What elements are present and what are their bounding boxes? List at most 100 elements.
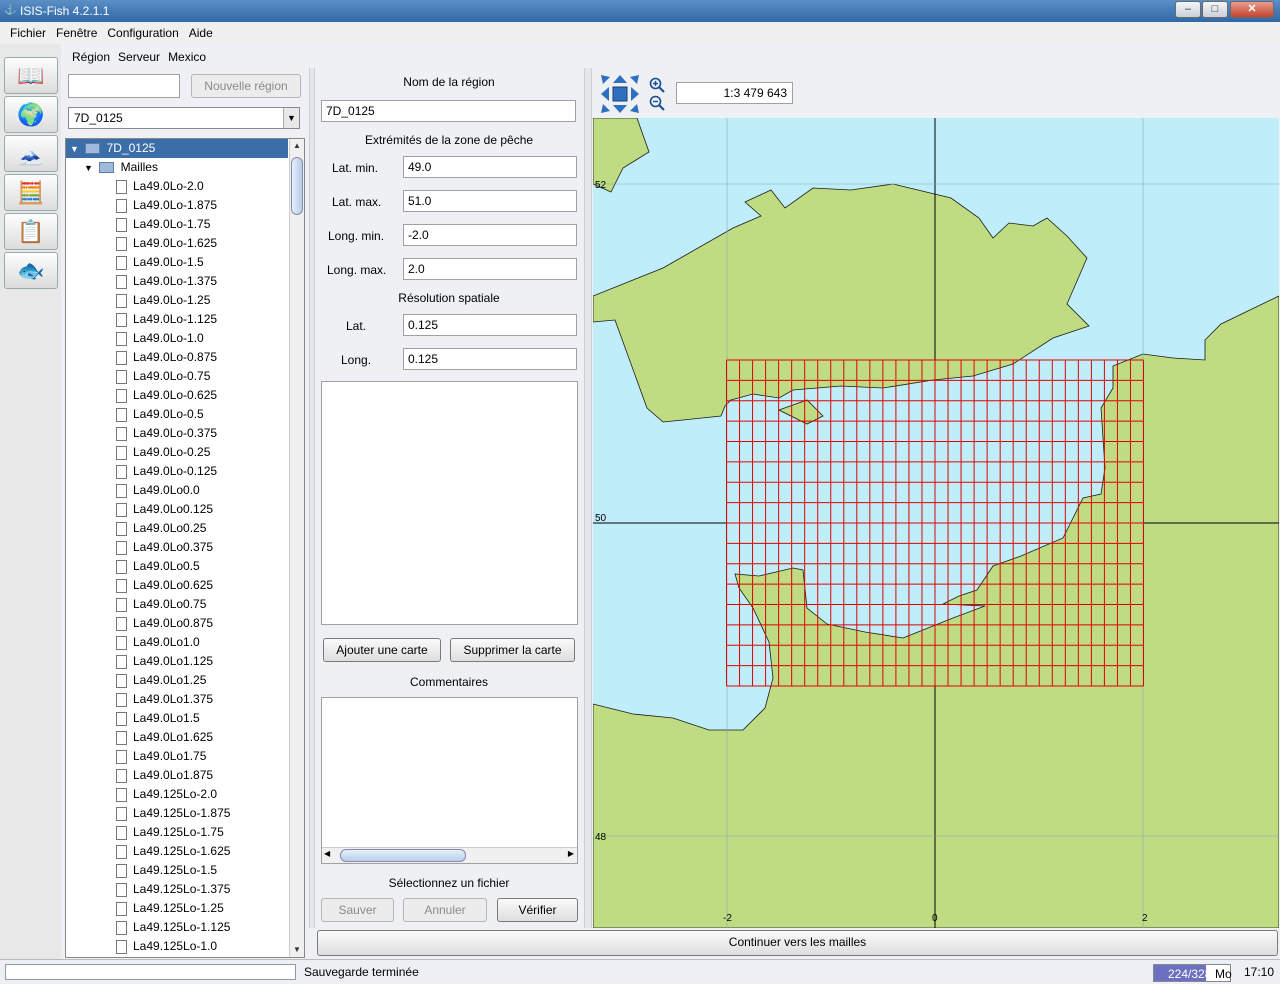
comments-hscrollbar[interactable]: ◀ ▶ — [322, 847, 577, 863]
tree-cell-row[interactable]: La49.0Lo-1.125 — [116, 310, 217, 329]
tree-cell-label: La49.0Lo-0.875 — [133, 350, 218, 364]
expand-icon[interactable]: ▼ — [84, 163, 93, 173]
tree-cell-row[interactable]: La49.0Lo0.0 — [116, 481, 200, 500]
tree-cell-row[interactable]: La49.0Lo-1.375 — [116, 272, 217, 291]
tree-cell-row[interactable]: La49.0Lo-0.625 — [116, 386, 217, 405]
lat-max-input[interactable]: 51.0 — [403, 190, 577, 212]
tree-cell-row[interactable]: La49.0Lo0.5 — [116, 557, 200, 576]
tree-cell-row[interactable]: La49.0Lo0.125 — [116, 500, 213, 519]
tree-cell-row[interactable]: La49.0Lo0.25 — [116, 519, 206, 538]
chevron-down-icon[interactable]: ▼ — [283, 108, 299, 128]
tree-cell-row[interactable]: La49.0Lo-0.375 — [116, 424, 217, 443]
tree-cell-row[interactable]: La49.125Lo-1.0 — [116, 937, 217, 956]
submenu-mexico[interactable]: Mexico — [168, 50, 206, 64]
tree-cell-label: La49.0Lo0.25 — [133, 521, 207, 535]
zoom-out-icon[interactable] — [649, 95, 665, 111]
tree-cell-row[interactable]: La49.0Lo-1.875 — [116, 196, 217, 215]
tree-cell-row[interactable]: La49.0Lo-0.75 — [116, 367, 210, 386]
region-name-input[interactable]: 7D_0125 — [321, 100, 576, 122]
lat-min-input[interactable]: 49.0 — [403, 156, 577, 178]
tree-cell-row[interactable]: La49.0Lo1.125 — [116, 652, 213, 671]
tree-cell-row[interactable]: La49.0Lo1.375 — [116, 690, 213, 709]
pan-arrows-icon[interactable] — [601, 75, 639, 113]
tree-cell-row[interactable]: La49.0Lo0.875 — [116, 614, 213, 633]
tree-cell-row[interactable]: La49.125Lo-1.875 — [116, 804, 230, 823]
region-search-input[interactable] — [68, 74, 180, 98]
tree-cell-row[interactable]: La49.125Lo-1.5 — [116, 861, 217, 880]
tree-cell-row[interactable]: La49.0Lo-1.625 — [116, 234, 217, 253]
map-file-list[interactable] — [321, 381, 578, 625]
close-button[interactable]: ✕ — [1230, 1, 1274, 18]
region-tree[interactable]: ▼ 7D_0125 ▼ Mailles La49.0Lo-2.0 La49.0Lo… — [65, 138, 305, 958]
toolbar-button-4[interactable]: 📋 — [4, 213, 58, 250]
tree-cell-row[interactable]: La49.0Lo0.375 — [116, 538, 213, 557]
new-region-button[interactable]: Nouvelle région — [191, 74, 301, 98]
minimize-button[interactable]: – — [1175, 1, 1201, 18]
remove-map-button[interactable]: Supprimer la carte — [450, 638, 575, 662]
long-max-input[interactable]: 2.0 — [403, 258, 577, 280]
split-divider[interactable] — [309, 68, 315, 928]
toolbar-button-2[interactable]: 🗻 — [4, 135, 58, 172]
tree-cell-row[interactable]: La49.0Lo1.75 — [116, 747, 206, 766]
comments-area[interactable]: ◀ ▶ — [321, 697, 578, 864]
submenu-region[interactable]: Région — [72, 50, 110, 64]
scroll-up-icon[interactable]: ▲ — [290, 139, 304, 153]
region-select[interactable]: 7D_0125 ▼ — [68, 107, 300, 129]
continue-to-cells-button[interactable]: Continuer vers les mailles — [317, 930, 1278, 956]
tree-cell-row[interactable]: La49.0Lo0.75 — [116, 595, 206, 614]
tree-scrollbar[interactable]: ▲ ▼ — [289, 139, 304, 957]
menu-aide[interactable]: Aide — [184, 26, 218, 40]
toolbar-button-0[interactable]: 📖 — [4, 57, 58, 94]
expand-icon[interactable]: ▼ — [70, 144, 79, 154]
tree-cell-row[interactable]: La49.125Lo-1.375 — [116, 880, 230, 899]
tree-cell-row[interactable]: La49.0Lo0.625 — [116, 576, 213, 595]
verify-button[interactable]: Vérifier — [497, 898, 578, 922]
add-map-button[interactable]: Ajouter une carte — [323, 638, 441, 662]
lat-res-input[interactable]: 0.125 — [403, 314, 577, 336]
toolbar-button-3[interactable]: 🧮 — [4, 174, 58, 211]
long-min-input[interactable]: -2.0 — [403, 224, 577, 246]
save-button[interactable]: Sauver — [321, 898, 394, 922]
cancel-button[interactable]: Annuler — [403, 898, 487, 922]
tree-cell-row[interactable]: La49.0Lo1.0 — [116, 633, 200, 652]
tree-cell-row[interactable]: La49.125Lo-1.125 — [116, 918, 230, 937]
tree-cell-row[interactable]: La49.0Lo-1.5 — [116, 253, 204, 272]
toolbar-button-5[interactable]: 🐟 — [4, 252, 58, 289]
submenu-serveur[interactable]: Serveur — [118, 50, 160, 64]
tree-cell-row[interactable]: La49.0Lo-0.5 — [116, 405, 204, 424]
tree-cell-row[interactable]: La49.0Lo-1.0 — [116, 329, 204, 348]
tree-folder-row[interactable]: ▼ Mailles — [84, 158, 158, 177]
hscroll-thumb[interactable] — [340, 849, 466, 862]
memory-gauge[interactable]: 224/328 Mo — [1153, 964, 1232, 982]
tree-cell-row[interactable]: La49.125Lo-1.25 — [116, 899, 224, 918]
scroll-thumb[interactable] — [291, 157, 303, 215]
toolbar-button-1[interactable]: 🌍 — [4, 96, 58, 133]
long-res-input[interactable]: 0.125 — [403, 348, 577, 370]
region-map[interactable]: 52 50 48 -2 0 2 — [593, 118, 1279, 928]
tree-cell-row[interactable]: La49.0Lo-1.75 — [116, 215, 210, 234]
scroll-left-icon[interactable]: ◀ — [324, 849, 330, 858]
menu-fichier[interactable]: Fichier — [5, 26, 51, 40]
maximize-button[interactable]: □ — [1202, 1, 1228, 18]
tree-cell-row[interactable]: La49.0Lo-0.875 — [116, 348, 217, 367]
map-scale-input[interactable]: 1:3 479 643 — [676, 82, 793, 104]
tree-cell-row[interactable]: La49.125Lo-1.625 — [116, 842, 230, 861]
tree-cell-row[interactable]: La49.0Lo-0.25 — [116, 443, 210, 462]
tree-cell-row[interactable]: La49.125Lo-1.75 — [116, 823, 224, 842]
tree-cell-row[interactable]: La49.0Lo-1.25 — [116, 291, 210, 310]
tree-cell-row[interactable]: La49.0Lo1.875 — [116, 766, 213, 785]
tree-cell-row[interactable]: La49.0Lo-2.0 — [116, 177, 204, 196]
scroll-down-icon[interactable]: ▼ — [290, 943, 304, 957]
scroll-right-icon[interactable]: ▶ — [568, 849, 574, 858]
comments-text[interactable] — [324, 700, 575, 845]
tree-root-row[interactable]: ▼ 7D_0125 — [66, 139, 288, 158]
split-divider-right[interactable] — [584, 68, 592, 928]
tree-cell-row[interactable]: La49.0Lo1.625 — [116, 728, 213, 747]
tree-cell-row[interactable]: La49.0Lo-0.125 — [116, 462, 217, 481]
zoom-in-icon[interactable] — [649, 77, 665, 93]
menu-fenetre[interactable]: Fenêtre — [51, 26, 102, 40]
tree-cell-row[interactable]: La49.0Lo1.5 — [116, 709, 200, 728]
tree-cell-row[interactable]: La49.0Lo1.25 — [116, 671, 206, 690]
menu-configuration[interactable]: Configuration — [102, 26, 183, 40]
tree-cell-row[interactable]: La49.125Lo-2.0 — [116, 785, 217, 804]
